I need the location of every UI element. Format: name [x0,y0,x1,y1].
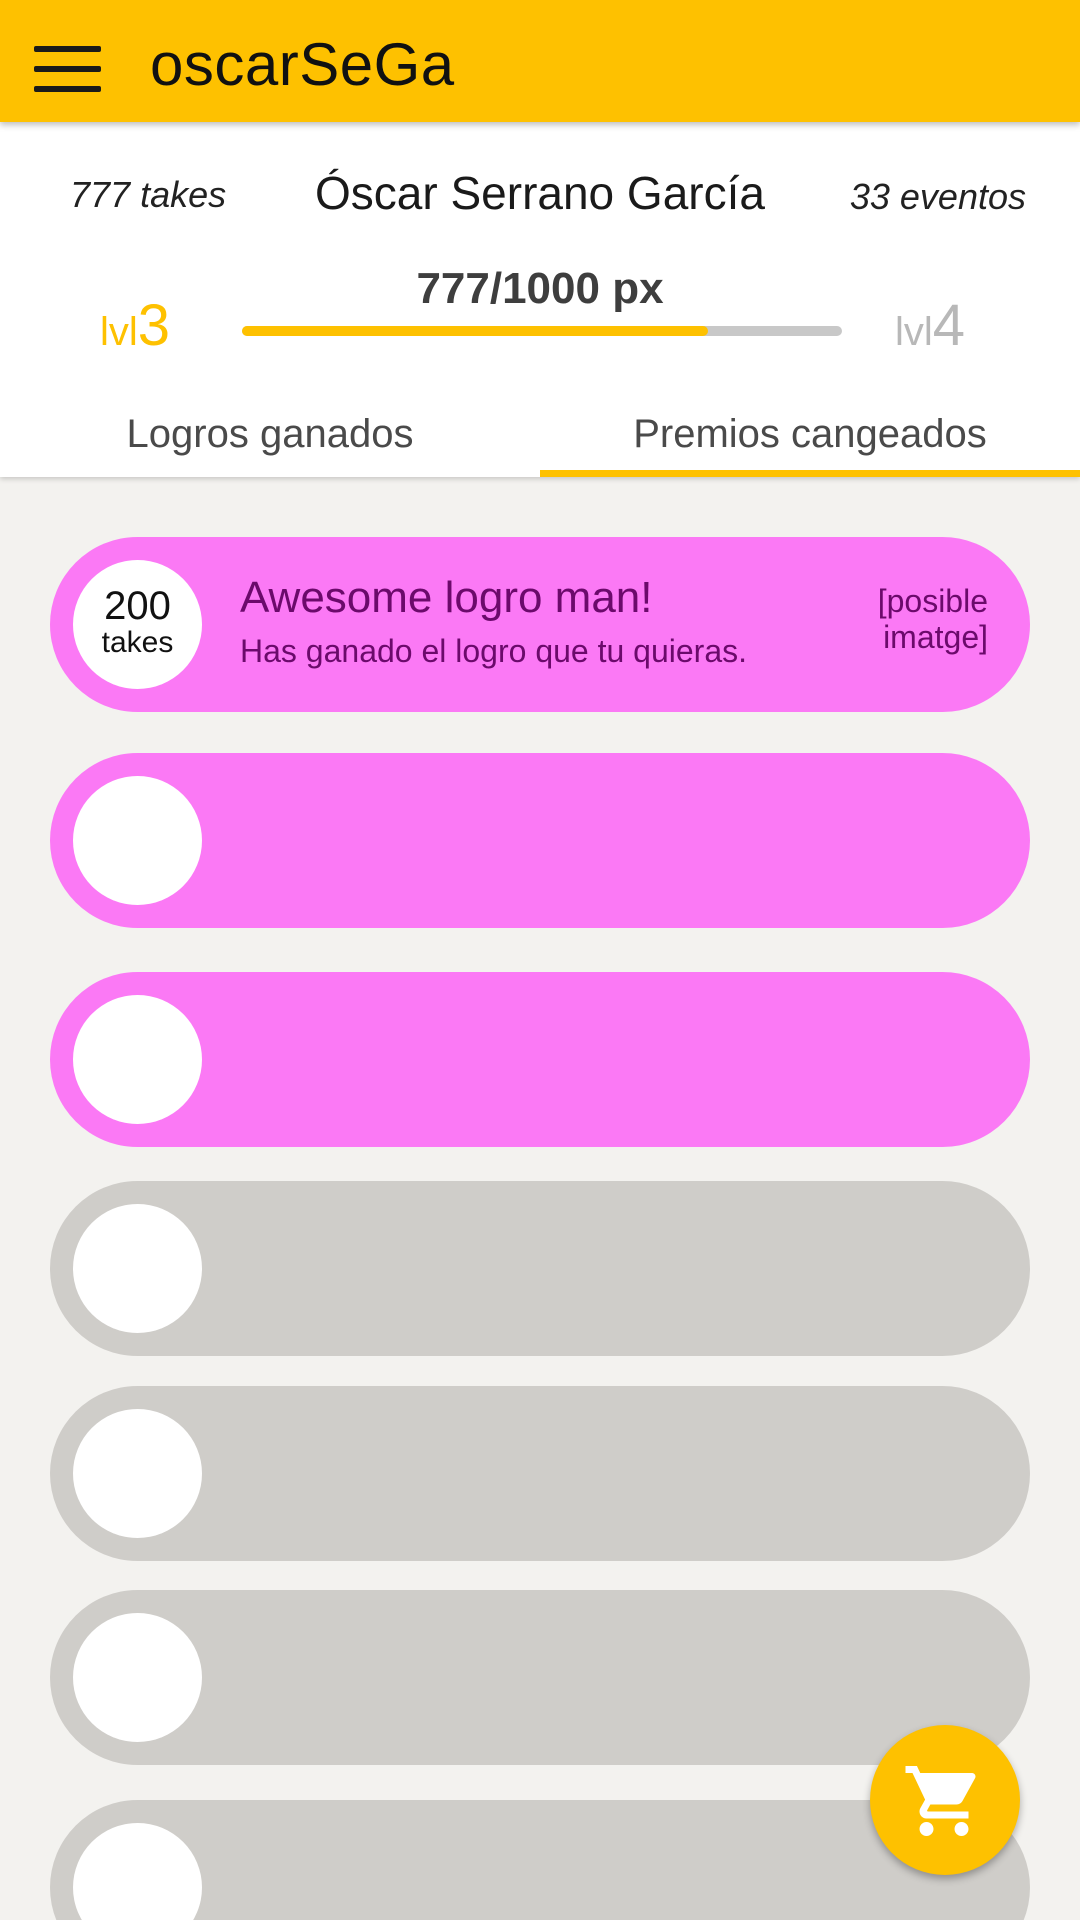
xp-progress-fill [242,326,709,336]
achievement-badge [73,1204,202,1333]
achievement-card[interactable] [50,1590,1030,1765]
badge-value [73,1409,202,1435]
app-title: oscarSeGa [150,31,455,98]
tab-premios-cangeados[interactable]: Premios cangeados [540,384,1080,477]
next-level-prefix: lvl [895,310,933,354]
badge-value [73,1613,202,1639]
achievement-badge [73,995,202,1124]
next-level: lvl4 [895,292,965,359]
profile-header: 777 takes Óscar Serrano García 33 evento… [0,122,1080,477]
achievement-card[interactable] [50,972,1030,1147]
achievement-card[interactable] [50,1386,1030,1561]
cart-icon [905,1766,976,1836]
app-bar: oscarSeGa [0,0,1080,122]
achievement-card[interactable] [50,753,1030,928]
tab-bar: Logros ganados Premios cangeados [0,384,1080,477]
badge-value [73,1204,202,1230]
badge-value [73,776,202,802]
achievement-card[interactable] [50,1181,1030,1356]
cart-button[interactable] [870,1725,1020,1875]
achievement-image-placeholder: [posible imatge] [877,583,988,655]
badge-value [73,1823,202,1849]
achievement-badge [73,776,202,905]
menu-icon[interactable] [20,26,114,106]
achievement-card[interactable]: 200 takes Awesome logro man! Has ganado el … [50,537,1030,712]
achievement-badge: 200 takes [73,560,202,689]
achievement-badge [73,1613,202,1742]
current-level-prefix: lvl [100,310,138,354]
achievement-badge [73,1409,202,1538]
xp-progress-bar [242,326,842,336]
next-level-number: 4 [932,293,966,358]
tab-indicator [540,470,1080,477]
badge-unit: takes [101,626,174,659]
achievement-description: Has ganado el logro que tu quieras. [240,633,748,669]
badge-value [73,995,202,1021]
achievement-title: Awesome logro man! [240,573,653,622]
tab-logros-ganados[interactable]: Logros ganados [0,384,540,477]
achievement-badge [73,1823,202,1920]
badge-value: 200 [104,584,171,628]
events-count: 33 eventos [849,176,1026,217]
